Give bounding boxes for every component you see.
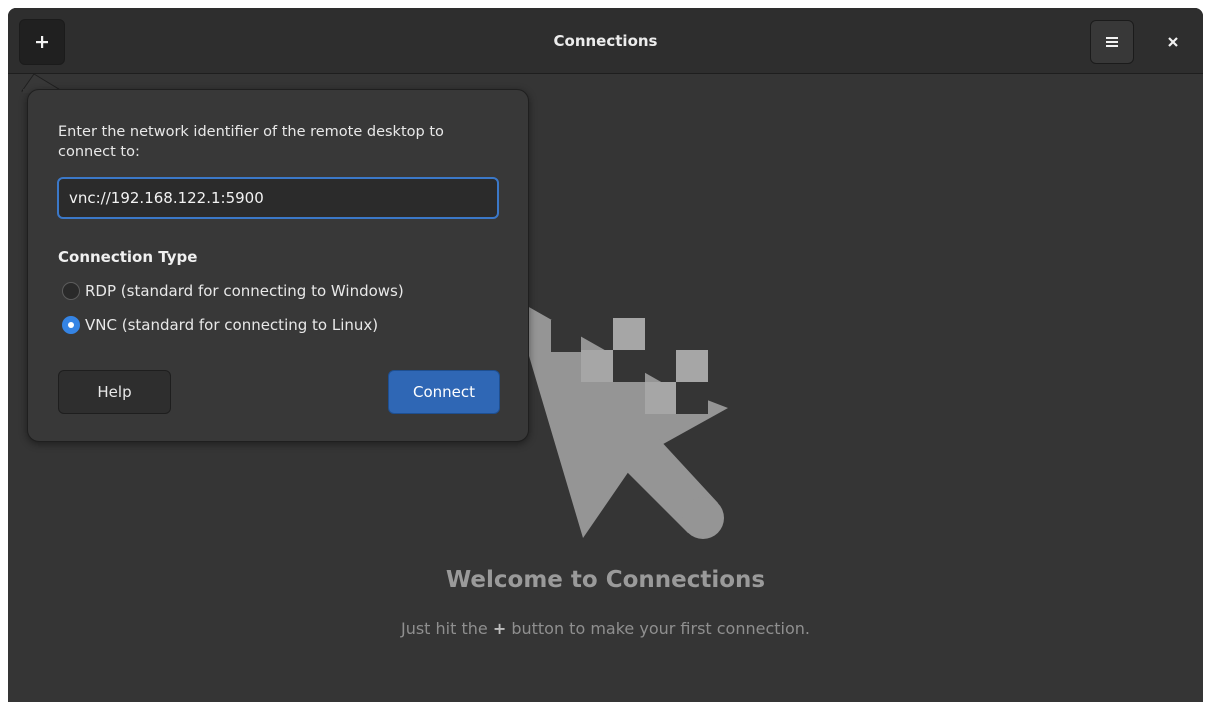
help-button[interactable]: Help <box>58 370 171 414</box>
address-input[interactable] <box>57 177 499 219</box>
radio-option-rdp[interactable]: RDP (standard for connecting to Windows) <box>62 282 404 300</box>
radio-label-vnc: VNC (standard for connecting to Linux) <box>85 316 379 334</box>
connect-button[interactable]: Connect <box>388 370 500 414</box>
radio-button-rdp[interactable] <box>62 282 80 300</box>
connection-type-heading: Connection Type <box>58 248 198 266</box>
pointer-cursor-icon <box>513 298 728 539</box>
hamburger-menu-icon <box>1106 37 1118 47</box>
close-window-button[interactable] <box>1161 30 1185 54</box>
app-window: Connections Welcome to Connections Just … <box>8 8 1203 702</box>
close-icon <box>1168 37 1178 47</box>
main-menu-button[interactable] <box>1090 20 1134 64</box>
radio-label-rdp: RDP (standard for connecting to Windows) <box>85 282 404 300</box>
welcome-title: Welcome to Connections <box>445 567 766 593</box>
welcome-subtitle-plus: + <box>492 619 507 638</box>
radio-button-vnc[interactable] <box>62 316 80 334</box>
headerbar: Connections <box>8 8 1203 74</box>
popover-description: Enter the network identifier of the remo… <box>58 124 444 160</box>
welcome-subtitle-after: button to make your first connection. <box>506 619 810 638</box>
welcome-subtitle: Just hit the + button to make your first… <box>8 619 1203 638</box>
radio-option-vnc[interactable]: VNC (standard for connecting to Linux) <box>62 316 378 334</box>
window-title: Connections <box>553 32 658 50</box>
new-connection-popover: Enter the network identifier of the remo… <box>27 89 529 442</box>
welcome-subtitle-before: Just hit the <box>400 619 493 638</box>
